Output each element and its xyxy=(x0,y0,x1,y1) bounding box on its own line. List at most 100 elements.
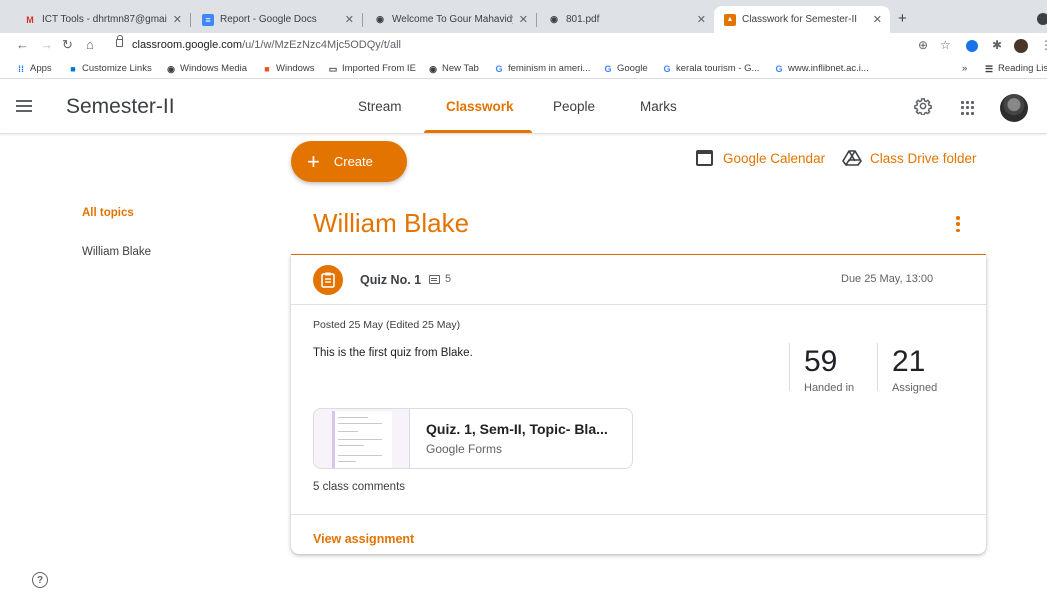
bookmark-item[interactable]: G Google xyxy=(603,63,647,74)
help-icon[interactable]: ? xyxy=(32,572,48,588)
assignment-header[interactable]: Quiz No. 1 5 Due 25 May, 13:00 xyxy=(291,255,986,305)
windows-icon: ■ xyxy=(264,63,270,74)
assignment-card: Quiz No. 1 5 Due 25 May, 13:00 Posted 25… xyxy=(291,255,986,554)
globe-icon: ◉ xyxy=(429,63,437,74)
assignment-icon xyxy=(313,265,343,295)
windows-icon: ■ xyxy=(70,63,76,74)
apps-grid-icon: ⁞⁞ xyxy=(18,63,24,74)
browser-tab[interactable]: ≡ Report - Google Docs ✕ xyxy=(192,6,362,33)
globe-icon: ◉ xyxy=(376,14,384,24)
extension-icon[interactable] xyxy=(966,40,978,52)
comment-count: 5 xyxy=(429,273,451,285)
create-button[interactable]: + Create xyxy=(291,141,407,182)
google-apps-icon[interactable] xyxy=(961,101,975,115)
topic-heading: William Blake xyxy=(313,208,470,238)
plus-icon: + xyxy=(307,148,320,174)
assigned-stat[interactable]: 21 Assigned xyxy=(892,347,938,395)
assigned-label: Assigned xyxy=(892,382,938,394)
google-icon: G xyxy=(775,63,783,74)
close-tab-icon[interactable]: ✕ xyxy=(345,13,354,26)
bookmark-item[interactable]: ■ Customize Links xyxy=(68,63,151,74)
view-assignment-link[interactable]: View assignment xyxy=(313,532,414,546)
star-bookmark-icon[interactable]: ☆ xyxy=(940,38,951,52)
topic-william-blake[interactable]: William Blake xyxy=(82,246,151,258)
url-host: classroom.google.com xyxy=(132,39,243,51)
browser-tab-bar: M ICT Tools - dhrtmn87@gmail.c ✕ ≡ Repor… xyxy=(0,0,1047,33)
back-arrow-icon[interactable]: ← xyxy=(16,37,29,52)
tab-stream[interactable]: Stream xyxy=(358,99,402,114)
attachment-title: Quiz. 1, Sem-II, Topic- Bla... xyxy=(426,421,608,437)
close-tab-icon[interactable]: ✕ xyxy=(519,13,528,26)
google-icon: G xyxy=(495,63,503,74)
reload-icon[interactable]: ↻ xyxy=(62,37,73,53)
browser-toolbar: ← → ↻ ⌂ classroom.google.com/u/1/w/MzEzN… xyxy=(0,33,1047,59)
close-tab-icon[interactable]: ✕ xyxy=(873,13,882,26)
bookmark-apps[interactable]: ⁞⁞ Apps xyxy=(16,63,52,74)
main-menu-icon[interactable] xyxy=(16,100,32,112)
reading-list-button[interactable]: ☰ Reading List xyxy=(984,63,1047,74)
tab-marks[interactable]: Marks xyxy=(640,99,677,114)
drive-icon xyxy=(842,150,862,166)
puzzle-extensions-icon[interactable]: ✱ xyxy=(992,38,1002,52)
active-tab-indicator xyxy=(424,130,532,133)
class-comments-link[interactable]: 5 class comments xyxy=(313,481,405,493)
stat-divider xyxy=(877,343,878,391)
forward-arrow-icon[interactable]: → xyxy=(40,37,53,52)
tab-people[interactable]: People xyxy=(553,99,595,114)
profile-menu-icon[interactable] xyxy=(1037,13,1047,25)
browser-tab[interactable]: ◉ Welcome To Gour Mahavidyala ✕ xyxy=(364,6,536,33)
tab-separator xyxy=(190,13,191,27)
tab-separator xyxy=(362,13,363,27)
handed-in-count: 59 xyxy=(804,345,838,378)
calendar-icon xyxy=(696,150,713,166)
form-attachment[interactable]: Quiz. 1, Sem-II, Topic- Bla... Google Fo… xyxy=(313,408,633,469)
bookmark-item[interactable]: Gkerala tourism - G... xyxy=(662,63,759,74)
browser-tab[interactable]: M ICT Tools - dhrtmn87@gmail.c ✕ xyxy=(14,6,190,33)
zoom-icon[interactable]: ⊕ xyxy=(918,38,928,52)
handed-in-stat[interactable]: 59 Handed in xyxy=(804,345,855,395)
form-thumbnail xyxy=(314,409,410,468)
browser-tab[interactable]: ◉ 801.pdf ✕ xyxy=(538,6,714,33)
assignment-title[interactable]: Quiz No. 1 xyxy=(360,273,421,287)
google-calendar-link[interactable]: Google Calendar xyxy=(696,150,825,166)
close-tab-icon[interactable]: ✕ xyxy=(173,13,182,26)
attachment-type: Google Forms xyxy=(426,442,503,456)
stat-divider xyxy=(789,343,790,391)
reading-list-icon: ☰ xyxy=(984,63,994,74)
globe-icon: ◉ xyxy=(167,63,175,74)
bookmark-item[interactable]: Gfeminism in ameri... xyxy=(494,63,590,74)
close-tab-icon[interactable]: ✕ xyxy=(697,13,706,26)
bookmarks-overflow-button[interactable]: » xyxy=(962,63,967,74)
topic-more-options-icon[interactable] xyxy=(956,216,960,232)
tab-separator xyxy=(536,13,537,27)
new-tab-button[interactable]: + xyxy=(898,10,907,27)
globe-icon: ◉ xyxy=(550,14,558,24)
class-drive-folder-link[interactable]: Class Drive folder xyxy=(842,150,977,166)
lock-icon xyxy=(116,35,123,47)
browser-tab-active[interactable]: ▲ Classwork for Semester-II ✕ xyxy=(714,6,890,33)
url-text: classroom.google.com/u/1/w/MzEzNzc4Mjc5O… xyxy=(132,39,401,51)
folder-icon: ▭ xyxy=(328,63,338,74)
class-title[interactable]: Semester-II xyxy=(66,95,175,119)
bookmark-item[interactable]: ◉ Windows Media xyxy=(166,63,247,74)
classroom-header: Semester-II Stream Classwork People Mark… xyxy=(0,80,1047,134)
gear-icon[interactable] xyxy=(914,97,932,115)
posted-date: Posted 25 May (Edited 25 May) xyxy=(313,319,461,331)
comment-icon xyxy=(429,274,440,284)
avatar[interactable] xyxy=(1000,94,1028,122)
handed-in-label: Handed in xyxy=(804,382,855,394)
topic-all[interactable]: All topics xyxy=(82,207,134,219)
bookmark-item[interactable]: ◉ New Tab xyxy=(428,63,479,74)
docs-icon: ≡ xyxy=(202,13,214,26)
due-date: Due 25 May, 13:00 xyxy=(841,273,934,285)
assignment-description: This is the first quiz from Blake. xyxy=(313,347,473,359)
url-path: /u/1/w/MzEzNzc4Mjc5ODQy/t/all xyxy=(242,39,401,51)
browser-menu-icon[interactable]: ⋮ xyxy=(1040,38,1047,52)
bookmark-folder[interactable]: ▭ Imported From IE xyxy=(328,63,416,74)
bookmark-item[interactable]: Gwww.inflibnet.ac.i... xyxy=(774,63,868,74)
profile-avatar-icon[interactable] xyxy=(1014,39,1028,53)
tab-classwork[interactable]: Classwork xyxy=(446,99,514,114)
home-icon[interactable]: ⌂ xyxy=(86,37,94,52)
bookmark-item[interactable]: ■ Windows xyxy=(262,63,314,74)
address-bar[interactable]: classroom.google.com/u/1/w/MzEzNzc4Mjc5O… xyxy=(110,35,935,56)
